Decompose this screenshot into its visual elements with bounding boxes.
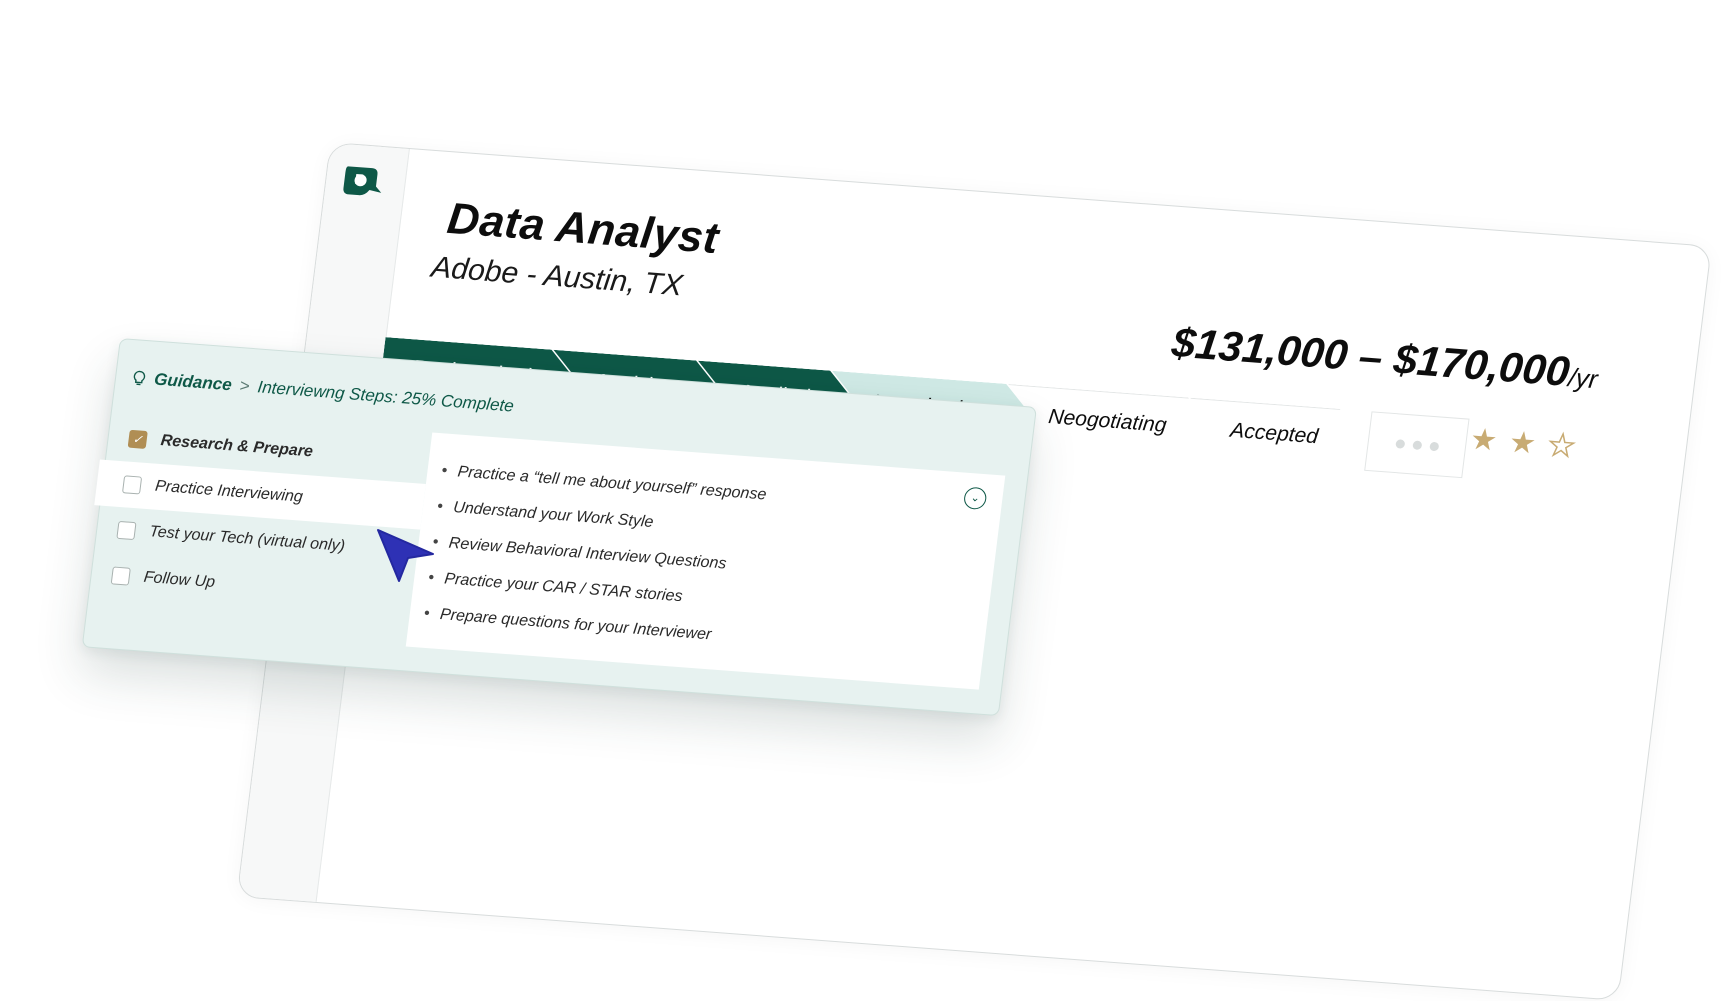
stage-label: Accepted <box>1229 419 1320 449</box>
salary-amount: $131,000 – $170,000 <box>1169 319 1572 395</box>
mouse-pointer-icon <box>375 526 437 584</box>
checkbox-checked-icon[interactable]: ✓ <box>128 430 148 449</box>
breadcrumb: Guidance > Interviewng Steps: 25% Comple… <box>131 368 515 417</box>
step-label: Follow Up <box>143 569 216 592</box>
stage-label: Neogotiating <box>1047 405 1168 438</box>
app-logo-icon[interactable] <box>338 162 387 203</box>
detail-list: Practice a “tell me about yourself” resp… <box>408 432 1006 673</box>
lightbulb-icon <box>131 370 147 387</box>
checkbox-icon[interactable] <box>111 566 131 585</box>
star-filled-icon[interactable]: ★ <box>1468 425 1499 457</box>
star-filled-icon[interactable]: ★ <box>1507 428 1538 460</box>
breadcrumb-guidance[interactable]: Guidance <box>153 370 233 396</box>
step-label: Practice Interviewing <box>154 478 304 507</box>
checkbox-icon[interactable] <box>122 475 142 494</box>
step-label: Test your Tech (virtual only) <box>148 523 346 556</box>
more-dots-icon[interactable] <box>1364 411 1469 478</box>
step-label: Research & Prepare <box>160 432 314 461</box>
stage-accepted[interactable]: Accepted <box>1183 398 1368 470</box>
step-list: ✓ Research & Prepare Practice Interviewi… <box>103 415 416 619</box>
star-empty-icon[interactable]: ★ <box>1546 431 1577 463</box>
job-title: Data Analyst <box>445 194 722 264</box>
salary-period: /yr <box>1567 362 1600 394</box>
breadcrumb-separator: > <box>238 376 250 397</box>
checkbox-icon[interactable] <box>116 521 136 540</box>
step-detail-panel: ⌄ Practice a “tell me about yourself” re… <box>406 432 1006 689</box>
salary-range: $131,000 – $170,000/yr <box>1169 319 1601 399</box>
progress-text: Interviewng Steps: 25% Complete <box>256 377 515 416</box>
